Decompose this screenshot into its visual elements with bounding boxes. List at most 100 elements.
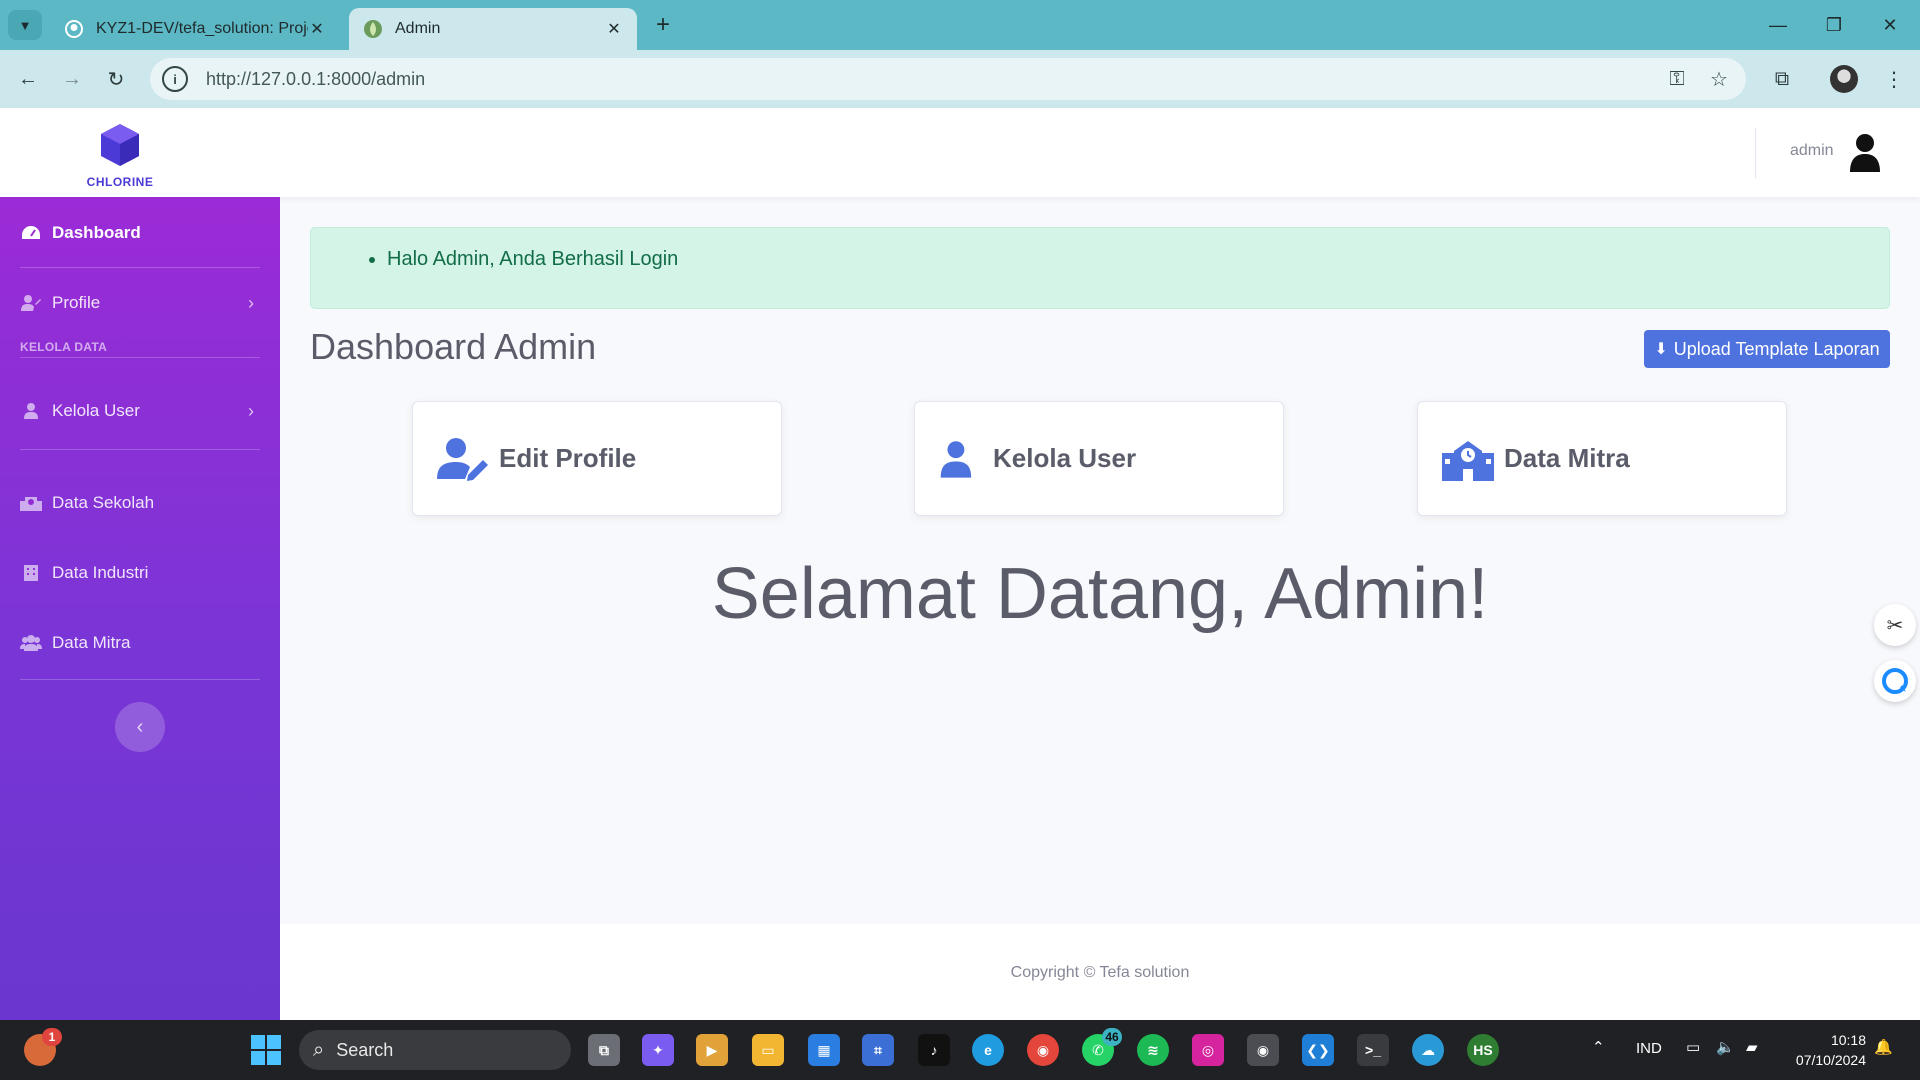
media-player-icon[interactable]: ▶ <box>696 1034 728 1066</box>
copyright-text: Copyright © Tefa solution <box>1010 964 1190 981</box>
forward-button[interactable]: → <box>56 63 88 95</box>
tab-title: KYZ1-DEV/tefa_solution: Projec <box>96 20 308 37</box>
browser-menu-icon[interactable]: ⋮ <box>1878 63 1910 95</box>
cloud-app-icon[interactable]: ☁ <box>1412 1034 1444 1066</box>
network-icon[interactable]: ▭ <box>1686 1038 1700 1056</box>
card-data-mitra[interactable]: Data Mitra <box>1417 401 1787 516</box>
brand-name: CHLORINE <box>86 175 154 189</box>
user-icon <box>940 440 972 478</box>
search-label: Search <box>336 1039 394 1060</box>
close-window-button[interactable]: ✕ <box>1862 10 1918 40</box>
building-icon <box>20 564 42 582</box>
sidebar-item-profile[interactable]: Profile › <box>20 285 260 321</box>
tab-github[interactable]: KYZ1-DEV/tefa_solution: Projec ✕ <box>50 8 340 50</box>
page-title: Dashboard Admin <box>310 326 597 367</box>
notification-bell-icon[interactable]: 🔔 <box>1874 1038 1893 1056</box>
tab-close-icon[interactable]: ✕ <box>605 19 623 39</box>
sidebar: Dashboard Profile › KELOLA DATA Kelola U… <box>0 197 280 1020</box>
sidebar-item-label: Data Industri <box>52 563 149 582</box>
card-label: Data Mitra <box>1504 443 1630 473</box>
instagram-icon[interactable]: ◎ <box>1192 1034 1224 1066</box>
task-view-icon[interactable]: ⧉ <box>588 1034 620 1066</box>
url-text[interactable]: http://127.0.0.1:8000/admin <box>206 69 425 90</box>
users-icon <box>20 634 42 652</box>
chat-bubble-icon[interactable] <box>1874 660 1916 702</box>
tab-admin[interactable]: Admin ✕ <box>349 8 637 50</box>
file-explorer-icon[interactable]: ▭ <box>752 1034 784 1066</box>
tab-close-icon[interactable]: ✕ <box>308 19 326 39</box>
footer: Copyright © Tefa solution <box>280 924 1920 1020</box>
sidebar-item-data-industri[interactable]: Data Industri <box>20 555 260 591</box>
school-icon <box>1442 440 1494 481</box>
sidebar-divider <box>20 267 260 268</box>
whatsapp-icon[interactable]: ✆ 46 <box>1082 1028 1122 1066</box>
chrome-icon[interactable]: ◉ <box>1027 1034 1059 1066</box>
sidebar-item-label: Data Sekolah <box>52 493 155 512</box>
sidebar-item-data-mitra[interactable]: Data Mitra <box>20 625 260 661</box>
bookmark-star-icon[interactable]: ☆ <box>1706 66 1732 92</box>
sidebar-item-kelola-user[interactable]: Kelola User › <box>20 393 260 429</box>
tab-title: Admin <box>395 20 441 37</box>
scissors-icon[interactable]: ✂ <box>1874 604 1916 646</box>
sidebar-divider <box>20 449 260 450</box>
user-edit-icon <box>437 437 488 481</box>
address-bar[interactable]: i http://127.0.0.1:8000/admin ⚿ ☆ <box>150 58 1746 100</box>
tab-search-button[interactable]: ▼ <box>8 10 42 40</box>
sidebar-item-label: Kelola User <box>52 401 140 420</box>
copilot-icon[interactable]: ✦ <box>642 1034 674 1066</box>
card-label: Edit Profile <box>499 443 637 473</box>
sidebar-divider <box>20 679 260 680</box>
tray-overflow-icon[interactable]: ⌃ <box>1592 1038 1605 1056</box>
search-icon: ⌕ <box>313 1038 325 1061</box>
extensions-icon[interactable]: ⧉ <box>1766 63 1798 95</box>
user-icon <box>20 402 42 420</box>
sidebar-item-label: Data Mitra <box>52 633 131 652</box>
site-info-icon[interactable]: i <box>162 66 188 92</box>
sidebar-item-data-sekolah[interactable]: Data Sekolah <box>20 485 260 521</box>
microsoft-store-icon[interactable]: ▦ <box>808 1034 840 1066</box>
minimize-button[interactable]: — <box>1750 10 1806 40</box>
windows-start-icon[interactable] <box>250 1034 282 1066</box>
user-avatar-icon[interactable] <box>1848 132 1882 172</box>
upload-template-button[interactable]: ⬇ Upload Template Laporan <box>1644 330 1890 368</box>
sidebar-item-dashboard[interactable]: Dashboard <box>20 215 260 251</box>
hexagon-logo-icon <box>101 124 139 166</box>
tiktok-icon[interactable]: ♪ <box>918 1034 950 1066</box>
tachometer-icon <box>20 224 42 242</box>
clock-time: 10:18 <box>1830 1032 1866 1048</box>
download-icon: ⬇ <box>1654 341 1668 358</box>
network-app-icon[interactable]: ⌗ <box>862 1034 894 1066</box>
chrome-active-icon[interactable]: ◉ <box>1247 1034 1279 1066</box>
whatsapp-badge: 46 <box>1102 1028 1122 1046</box>
vscode-icon[interactable]: ❮❯ <box>1302 1034 1334 1066</box>
sidebar-toggle-button[interactable]: ‹ <box>115 702 165 752</box>
battery-icon[interactable]: ▰ <box>1746 1038 1758 1056</box>
school-icon <box>20 494 42 512</box>
github-icon <box>65 20 83 38</box>
volume-icon[interactable]: 🔈 <box>1716 1038 1735 1056</box>
terminal-icon[interactable]: >_ <box>1357 1034 1389 1066</box>
taskbar-clock[interactable]: 10:18 07/10/2024 <box>1786 1030 1866 1070</box>
card-kelola-user[interactable]: Kelola User <box>914 401 1284 516</box>
hs-app-icon[interactable]: HS <box>1467 1034 1499 1066</box>
spotify-icon[interactable]: ≋ <box>1137 1034 1169 1066</box>
username-label[interactable]: admin <box>1790 142 1834 160</box>
language-indicator[interactable]: IND <box>1636 1040 1662 1057</box>
profile-avatar[interactable] <box>1828 63 1860 95</box>
browser-toolbar: ← → ↻ i http://127.0.0.1:8000/admin ⚿ ☆ … <box>0 50 1920 108</box>
back-button[interactable]: ← <box>12 63 44 95</box>
clock-date: 07/10/2024 <box>1795 1052 1866 1068</box>
site-leaf-icon <box>364 20 382 38</box>
new-tab-button[interactable]: + <box>648 10 678 40</box>
reload-button[interactable]: ↻ <box>100 63 132 95</box>
notification-badge: 1 <box>42 1028 62 1046</box>
card-edit-profile[interactable]: Edit Profile <box>412 401 782 516</box>
brand-logo[interactable]: CHLORINE <box>82 122 158 189</box>
password-key-icon[interactable]: ⚿ <box>1664 66 1690 92</box>
edge-icon[interactable]: e <box>972 1034 1004 1066</box>
taskbar-search[interactable]: ⌕ Search <box>299 1030 571 1070</box>
weather-widget-icon[interactable]: 1 <box>24 1028 62 1066</box>
sidebar-divider <box>20 357 260 358</box>
restore-button[interactable]: ❐ <box>1806 10 1862 40</box>
browser-tab-bar: ▼ KYZ1-DEV/tefa_solution: Projec ✕ Admin… <box>0 0 1920 50</box>
